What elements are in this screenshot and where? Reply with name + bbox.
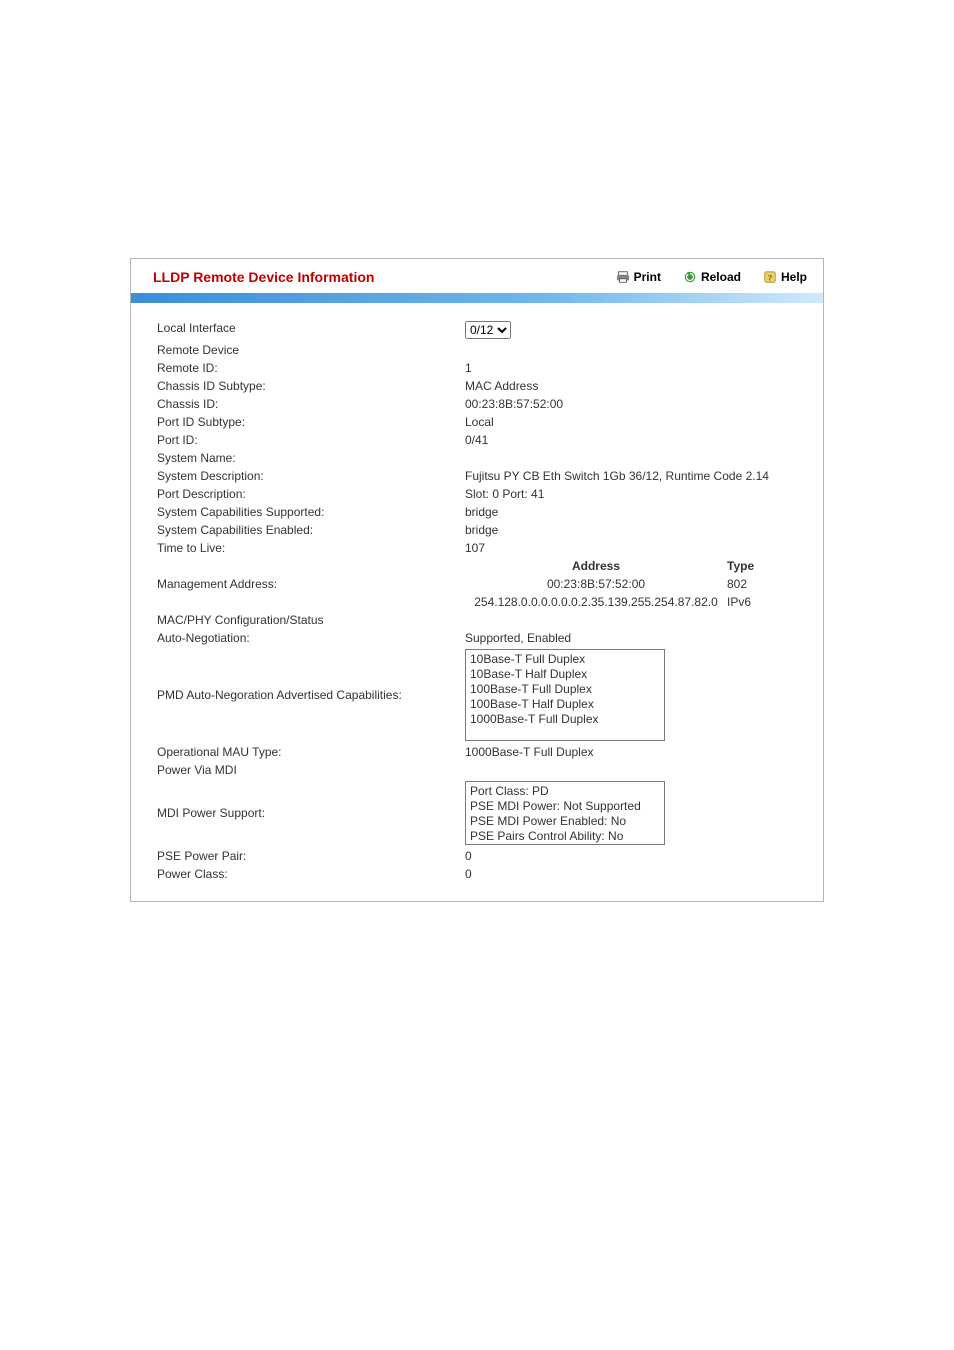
list-item: PSE MDI Power: Not Supported bbox=[470, 799, 660, 814]
list-item: 1000Base-T Full Duplex bbox=[470, 712, 660, 727]
macphy-heading: MAC/PHY Configuration/Status bbox=[153, 611, 461, 629]
mgmt-address-row0-type: 802 bbox=[727, 577, 797, 591]
list-item: Port Class: PD bbox=[470, 784, 660, 799]
pse-power-pair-value: 0 bbox=[461, 847, 801, 865]
print-label: Print bbox=[634, 270, 661, 284]
mdi-power-support-label: MDI Power Support: bbox=[153, 779, 461, 847]
system-description-value: Fujitsu PY CB Eth Switch 1Gb 36/12, Runt… bbox=[461, 467, 801, 485]
chassis-id-label: Chassis ID: bbox=[153, 395, 461, 413]
mgmt-address-row1-address: 254.128.0.0.0.0.0.0.2.35.139.255.254.87.… bbox=[465, 595, 727, 609]
oper-mau-value: 1000Base-T Full Duplex bbox=[461, 743, 801, 761]
pmd-caps-listbox[interactable]: 10Base-T Full Duplex 10Base-T Half Duple… bbox=[465, 649, 665, 741]
oper-mau-label: Operational MAU Type: bbox=[153, 743, 461, 761]
auto-neg-label: Auto-Negotiation: bbox=[153, 629, 461, 647]
sys-caps-supported-value: bridge bbox=[461, 503, 801, 521]
mgmt-address-row0-address: 00:23:8B:57:52:00 bbox=[465, 577, 727, 591]
info-table: Local Interface 0/12 Remote Device Remot… bbox=[153, 319, 801, 883]
system-name-value bbox=[461, 449, 801, 467]
power-class-label: Power Class: bbox=[153, 865, 461, 883]
system-description-label: System Description: bbox=[153, 467, 461, 485]
pmd-caps-label: PMD Auto-Negoration Advertised Capabilit… bbox=[153, 647, 461, 743]
page-title: LLDP Remote Device Information bbox=[153, 269, 594, 285]
print-icon bbox=[616, 270, 630, 284]
auto-neg-value: Supported, Enabled bbox=[461, 629, 801, 647]
local-interface-label: Local Interface bbox=[153, 319, 461, 341]
mgmt-address-label: Management Address: bbox=[153, 557, 461, 611]
chassis-id-subtype-label: Chassis ID Subtype: bbox=[153, 377, 461, 395]
ttl-label: Time to Live: bbox=[153, 539, 461, 557]
sys-caps-enabled-value: bridge bbox=[461, 521, 801, 539]
power-via-mdi-heading: Power Via MDI bbox=[153, 761, 461, 779]
mgmt-address-row1-type: IPv6 bbox=[727, 595, 797, 609]
list-item: PSE Pairs Control Ability: No bbox=[470, 829, 660, 844]
remote-id-value: 1 bbox=[461, 359, 801, 377]
power-class-value: 0 bbox=[461, 865, 801, 883]
panel-body: Local Interface 0/12 Remote Device Remot… bbox=[131, 303, 823, 901]
reload-button[interactable]: Reload bbox=[683, 270, 741, 284]
list-item: PSE MDI Power Enabled: No bbox=[470, 814, 660, 829]
list-item: 10Base-T Half Duplex bbox=[470, 667, 660, 682]
help-button[interactable]: ? Help bbox=[763, 270, 807, 284]
port-description-label: Port Description: bbox=[153, 485, 461, 503]
mgmt-address-col-type: Type bbox=[727, 559, 797, 573]
list-item: 10Base-T Full Duplex bbox=[470, 652, 660, 667]
port-id-label: Port ID: bbox=[153, 431, 461, 449]
header-separator bbox=[131, 293, 823, 303]
help-label: Help bbox=[781, 270, 807, 284]
port-id-subtype-label: Port ID Subtype: bbox=[153, 413, 461, 431]
sys-caps-enabled-label: System Capabilities Enabled: bbox=[153, 521, 461, 539]
panel-header: LLDP Remote Device Information Print Rel… bbox=[131, 259, 823, 293]
remote-id-label: Remote ID: bbox=[153, 359, 461, 377]
list-item: 100Base-T Half Duplex bbox=[470, 697, 660, 712]
lldp-panel: LLDP Remote Device Information Print Rel… bbox=[130, 258, 824, 902]
local-interface-select[interactable]: 0/12 bbox=[465, 321, 511, 339]
svg-text:?: ? bbox=[768, 273, 772, 283]
ttl-value: 107 bbox=[461, 539, 801, 557]
remote-device-heading: Remote Device bbox=[153, 341, 461, 359]
pse-power-pair-label: PSE Power Pair: bbox=[153, 847, 461, 865]
list-item: 100Base-T Full Duplex bbox=[470, 682, 660, 697]
mdi-power-listbox[interactable]: Port Class: PD PSE MDI Power: Not Suppor… bbox=[465, 781, 665, 845]
port-id-subtype-value: Local bbox=[461, 413, 801, 431]
print-button[interactable]: Print bbox=[616, 270, 661, 284]
port-id-value: 0/41 bbox=[461, 431, 801, 449]
port-description-value: Slot: 0 Port: 41 bbox=[461, 485, 801, 503]
help-icon: ? bbox=[763, 270, 777, 284]
mgmt-address-col-address: Address bbox=[465, 559, 727, 573]
chassis-id-subtype-value: MAC Address bbox=[461, 377, 801, 395]
reload-label: Reload bbox=[701, 270, 741, 284]
reload-icon bbox=[683, 270, 697, 284]
chassis-id-value: 00:23:8B:57:52:00 bbox=[461, 395, 801, 413]
system-name-label: System Name: bbox=[153, 449, 461, 467]
sys-caps-supported-label: System Capabilities Supported: bbox=[153, 503, 461, 521]
